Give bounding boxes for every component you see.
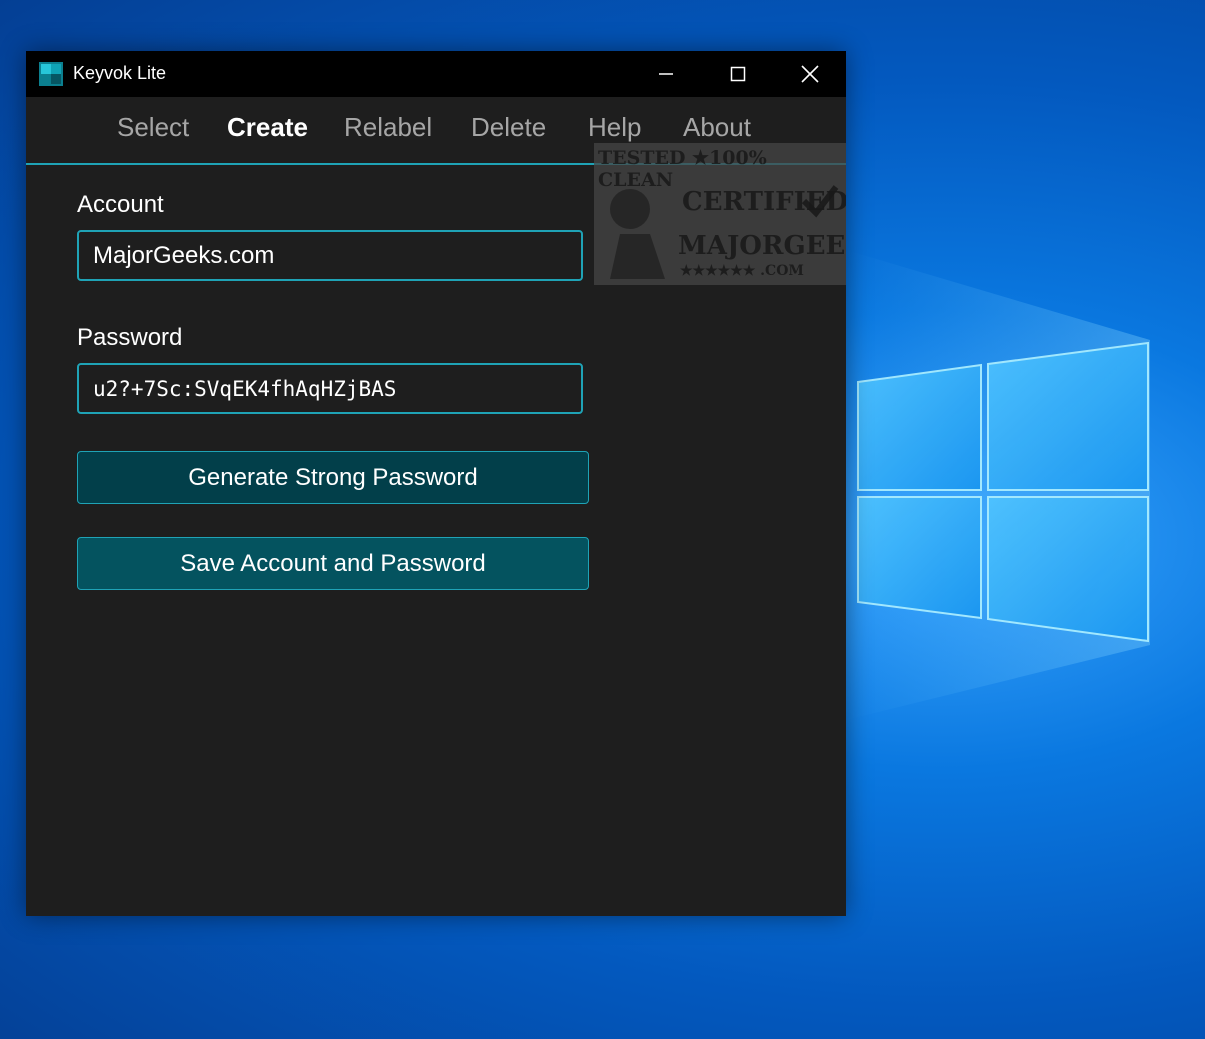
checkmark-icon — [801, 185, 839, 218]
account-input[interactable] — [77, 230, 583, 281]
generate-password-button[interactable]: Generate Strong Password — [77, 451, 589, 504]
menu-item-about[interactable]: About — [683, 112, 751, 143]
maximize-button[interactable] — [702, 51, 774, 97]
save-account-button[interactable]: Save Account and Password — [77, 537, 589, 590]
app-window: Keyvok Lite Select Create Relabel Delete… — [26, 51, 846, 916]
password-label: Password — [77, 324, 183, 351]
minimize-icon — [659, 73, 673, 75]
minimize-button[interactable] — [630, 51, 702, 97]
account-label: Account — [77, 191, 164, 218]
password-input[interactable] — [77, 363, 583, 414]
close-button[interactable] — [774, 51, 846, 97]
window-title: Keyvok Lite — [73, 63, 167, 83]
close-icon — [801, 65, 819, 83]
title-bar[interactable]: Keyvok Lite — [26, 51, 846, 97]
menu-item-select[interactable]: Select — [117, 112, 189, 143]
menu-item-help[interactable]: Help — [588, 112, 641, 143]
watermark-line4: ★★★★★★ .COM — [680, 263, 804, 279]
watermark-line3: MAJORGEEKS — [678, 231, 846, 261]
menu-item-create[interactable]: Create — [227, 112, 308, 143]
majorgeeks-watermark: TESTED ★100% CLEAN CERTIFIED MAJORGEEKS … — [594, 143, 846, 285]
mascot-icon — [610, 189, 665, 279]
keyvok-app-icon — [39, 62, 63, 86]
menu-item-relabel[interactable]: Relabel — [344, 112, 432, 143]
maximize-icon — [730, 66, 746, 82]
menu-item-delete[interactable]: Delete — [471, 112, 546, 143]
